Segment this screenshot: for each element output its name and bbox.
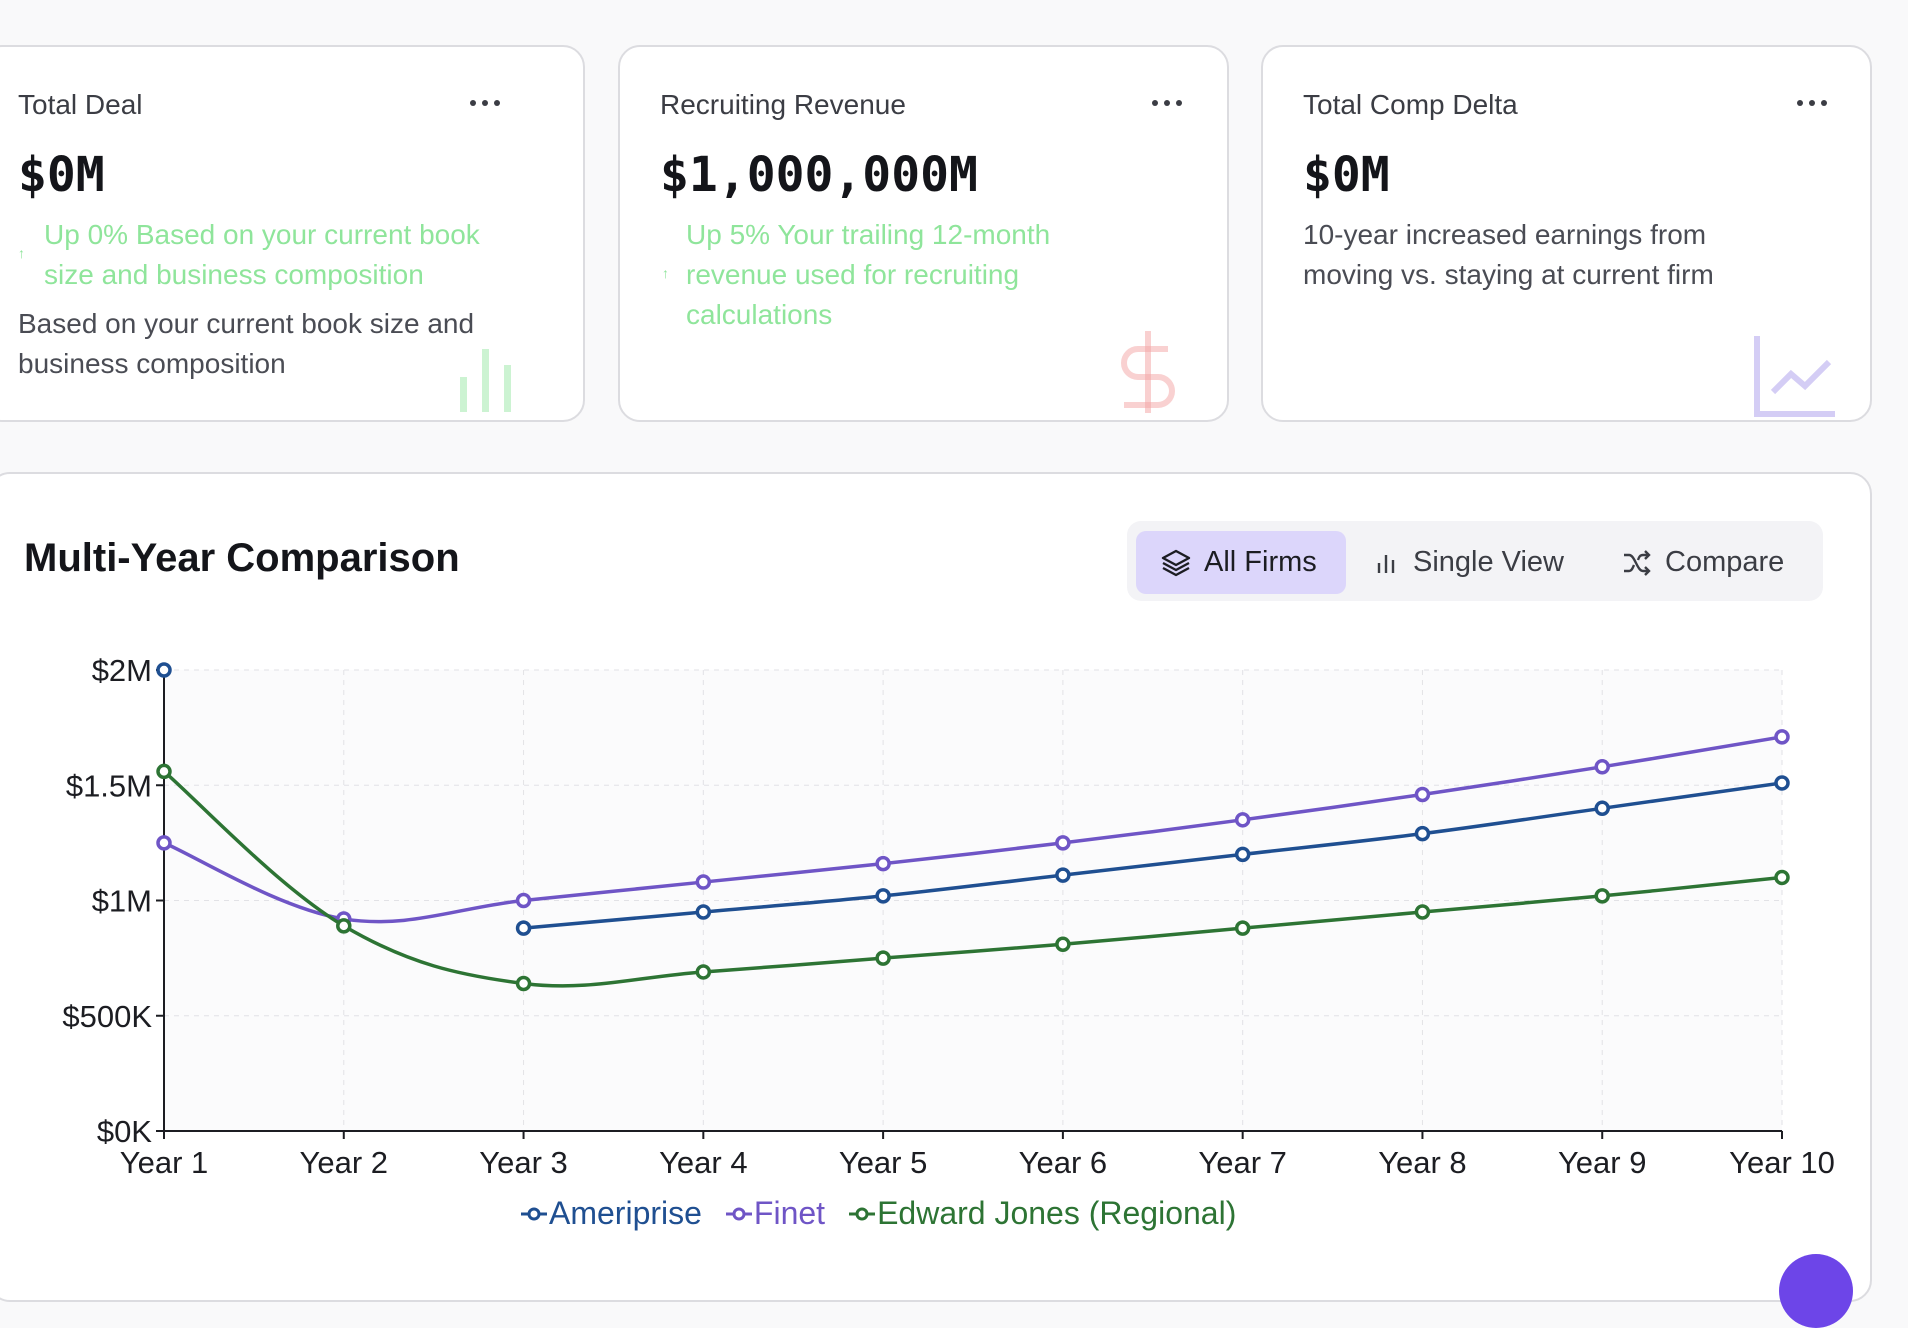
data-point [695,904,712,920]
trend-text-line: calculations [686,299,833,330]
legend-item-finet[interactable]: Finet [724,1195,825,1232]
compare-label: Compare [1665,546,1785,578]
data-point [1055,936,1071,953]
x-tick-label: Year 2 [300,1145,389,1180]
line-marker-icon [521,1207,547,1220]
y-tick-label: $2M [92,653,152,688]
total-comp-delta-card: Total Comp Delta $0M 10-year increased e… [1261,45,1872,422]
line-marker-icon [725,1207,752,1220]
description-line: Based on your current book size and [18,308,475,339]
trend-text-line: Up 5% Your trailing 12-month [686,219,1051,250]
data-point [1234,846,1251,863]
all-firms-label: All Firms [1204,546,1317,578]
card-title: Total Deal [18,89,143,120]
trend-text-line: size and business composition [44,259,424,290]
dollar-icon [1121,331,1175,413]
data-point [875,888,891,904]
data-point [1594,888,1610,904]
x-tick-label: Year 1 [120,1145,209,1180]
card-description: Based on your current book size and busi… [18,304,474,384]
x-tick-label: Year 6 [1019,1145,1108,1180]
layers-icon [1161,549,1191,576]
section-title: Multi-Year Comparison [24,536,460,580]
shuffle-icon [1624,549,1651,576]
data-point [336,918,352,934]
x-tick-label: Year 4 [659,1145,748,1180]
card-value: $0M [18,147,105,203]
line-chart-icon [1754,336,1835,417]
compare-button[interactable]: Compare [1621,531,1811,594]
data-point [695,874,712,890]
chart-legend: Ameriprise Finet Edward Jones (Regional) [519,1195,1236,1232]
y-tick-label: $1M [92,884,152,919]
total-deal-card: Total Deal $0M ↑ Up 0% Based on your cur… [0,45,585,422]
recruiting-revenue-card: Recruiting Revenue $1,000,000M ↑ Up 5% Y… [618,45,1229,422]
data-point [695,964,712,980]
floating-action-button[interactable] [1779,1254,1853,1328]
description-line: 10-year increased earnings from [1303,219,1707,250]
legend-label: Ameriprise [549,1195,702,1231]
card-value: $1,000,000M [660,147,978,203]
x-tick-label: Year 9 [1558,1145,1647,1180]
card-title: Recruiting Revenue [660,89,906,120]
x-tick-label: Year 10 [1729,1145,1835,1180]
trend-text: Up 0% Based on your current book size an… [44,215,480,295]
trend-up-icon: ↑ [18,245,25,261]
data-point [1055,835,1071,851]
legend-label: Finet [753,1195,826,1231]
data-point [156,662,172,678]
more-options-icon[interactable] [470,97,504,109]
data-point [1414,786,1431,803]
trend-text-line: Up 0% Based on your current book [44,219,480,250]
line-marker-icon [849,1207,876,1220]
data-point [1055,867,1071,883]
legend-item-edward-jones[interactable]: Edward Jones (Regional) [847,1195,1236,1232]
x-tick-label: Year 7 [1198,1145,1287,1180]
y-tick-label: $500K [62,999,152,1034]
data-point [1774,869,1790,886]
data-point [156,835,172,851]
card-description: 10-year increased earnings from moving v… [1303,215,1714,295]
legend-label: Edward Jones (Regional) [877,1195,1237,1231]
data-point [1414,904,1431,920]
x-tick-label: Year 3 [479,1145,568,1180]
data-point [1594,759,1610,775]
data-point [1234,920,1251,936]
data-point [156,763,172,780]
data-point [1774,775,1790,791]
data-point [1774,729,1790,745]
trend-up-icon: ↑ [662,265,669,281]
y-tick-label: $0K [97,1114,152,1149]
more-options-icon[interactable] [1152,97,1186,109]
data-point [515,892,532,909]
legend-item-ameriprise[interactable]: Ameriprise [519,1195,702,1232]
bar-chart-icon [460,349,511,412]
data-point [875,950,891,966]
multi-year-chart: $0K $500K $1M $1.5M $2M Year 1 Year 2 Year 3 Yea… [62,653,1835,1180]
data-point [515,920,532,936]
single-view-button[interactable]: Single View [1373,531,1583,594]
data-point [1594,800,1610,817]
bar-chart-icon [1377,554,1395,573]
more-options-icon[interactable] [1797,97,1831,109]
data-point [515,975,532,992]
card-value: $0M [1303,147,1390,203]
view-toggle-group: All Firms Single View Compare [1127,521,1823,601]
data-point [1234,812,1251,828]
description-line: business composition [18,348,286,379]
card-title: Total Comp Delta [1303,89,1518,120]
single-view-label: Single View [1413,546,1565,578]
data-point [875,855,891,872]
x-tick-label: Year 5 [839,1145,928,1180]
trend-text: Up 5% Your trailing 12-month revenue use… [686,215,1050,335]
description-line: moving vs. staying at current firm [1303,259,1714,290]
all-firms-button[interactable]: All Firms [1136,531,1346,594]
y-tick-label: $1.5M [66,768,152,803]
x-tick-label: Year 8 [1378,1145,1467,1180]
trend-text-line: revenue used for recruiting [686,259,1020,290]
data-point [1414,825,1431,842]
